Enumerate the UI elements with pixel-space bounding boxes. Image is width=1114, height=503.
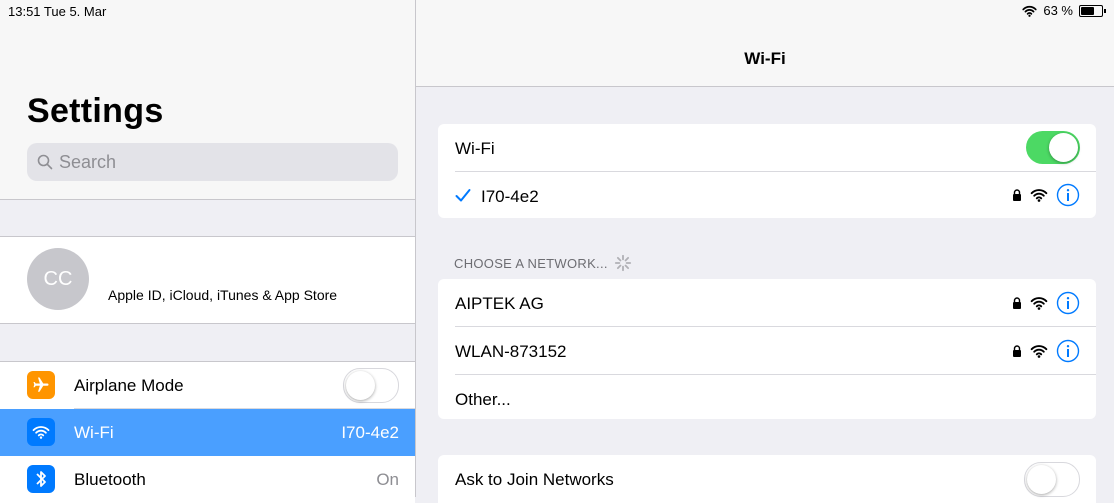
search-placeholder: Search bbox=[59, 151, 117, 172]
airplane-mode-toggle[interactable] bbox=[343, 368, 399, 403]
lock-icon bbox=[1013, 345, 1021, 357]
section-header-text: CHOOSE A NETWORK... bbox=[454, 255, 608, 271]
wifi-signal-icon bbox=[1030, 345, 1048, 358]
section-gap bbox=[0, 324, 415, 361]
wifi-card: Wi-Fi I70-4e2 bbox=[438, 124, 1096, 218]
loading-spinner-icon bbox=[614, 254, 631, 272]
battery-tip bbox=[1104, 8, 1106, 13]
lock-icon bbox=[1013, 297, 1021, 309]
sidebar-item-bluetooth[interactable]: Bluetooth On bbox=[0, 456, 415, 503]
search-icon bbox=[37, 154, 53, 170]
airplane-icon bbox=[27, 371, 55, 399]
other-network-label: Other... bbox=[455, 390, 511, 409]
sidebar-item-label: Bluetooth bbox=[74, 470, 146, 489]
wifi-label: Wi-Fi bbox=[455, 139, 495, 158]
battery-percentage: 63 % bbox=[1043, 3, 1073, 18]
status-bar: 13:51 Tue 5. Mar 63 % bbox=[0, 0, 1114, 22]
battery-fill bbox=[1081, 6, 1094, 15]
status-time-date: 13:51 Tue 5. Mar bbox=[8, 4, 107, 19]
ask-to-join-row: Ask to Join Networks bbox=[438, 455, 1096, 503]
page-title: Settings bbox=[27, 92, 164, 130]
toggle-knob bbox=[346, 371, 375, 400]
wifi-signal-icon bbox=[1030, 189, 1048, 202]
connected-network-name: I70-4e2 bbox=[481, 187, 539, 206]
wifi-toggle-row: Wi-Fi bbox=[438, 124, 1096, 172]
bluetooth-icon bbox=[27, 465, 55, 493]
wifi-icon bbox=[27, 418, 55, 446]
ask-to-join-label: Ask to Join Networks bbox=[455, 470, 614, 489]
network-row[interactable]: AIPTEK AG bbox=[438, 279, 1096, 327]
toggle-knob bbox=[1049, 133, 1078, 162]
battery-icon bbox=[1079, 4, 1103, 17]
apple-id-row[interactable]: CC Apple ID, iCloud, iTunes & App Store bbox=[0, 237, 415, 323]
section-gap bbox=[0, 200, 415, 236]
toggle-knob bbox=[1027, 465, 1056, 494]
info-button-icon[interactable] bbox=[1056, 183, 1080, 207]
sidebar-item-wifi[interactable]: Wi-Fi I70-4e2 bbox=[0, 409, 415, 456]
sidebar-item-label: Wi-Fi bbox=[74, 423, 114, 442]
networks-card: AIPTEK AG WLAN-873152 Other... bbox=[438, 279, 1096, 419]
network-name: WLAN-873152 bbox=[455, 342, 567, 361]
other-network-row[interactable]: Other... bbox=[438, 375, 1096, 419]
info-button-icon[interactable] bbox=[1056, 291, 1080, 315]
sidebar-item-airplane-mode[interactable]: Airplane Mode bbox=[0, 362, 415, 409]
wifi-toggle[interactable] bbox=[1026, 131, 1080, 164]
info-button-icon[interactable] bbox=[1056, 339, 1080, 363]
wifi-detail-pane: Wi-Fi Wi-Fi I70-4e2 CHOOSE A NETWORK... bbox=[416, 0, 1114, 503]
sidebar-item-value: I70-4e2 bbox=[341, 423, 399, 442]
lock-icon bbox=[1013, 189, 1021, 201]
apple-id-subtitle: Apple ID, iCloud, iTunes & App Store bbox=[108, 287, 338, 303]
sidebar-item-label: Airplane Mode bbox=[74, 376, 184, 395]
nav-title: Wi-Fi bbox=[744, 49, 786, 68]
checkmark-icon bbox=[455, 189, 471, 202]
wifi-signal-icon bbox=[1030, 297, 1048, 310]
ask-to-join-toggle[interactable] bbox=[1024, 462, 1080, 497]
avatar: CC bbox=[27, 248, 89, 310]
ask-join-card: Ask to Join Networks bbox=[438, 455, 1096, 503]
settings-sidebar: Settings Search CC Apple ID, iCloud, iTu… bbox=[0, 0, 416, 503]
sidebar-item-value: On bbox=[376, 470, 399, 489]
search-input[interactable]: Search bbox=[27, 143, 398, 181]
network-row[interactable]: WLAN-873152 bbox=[438, 327, 1096, 375]
choose-network-header: CHOOSE A NETWORK... bbox=[454, 254, 632, 272]
network-name: AIPTEK AG bbox=[455, 294, 544, 313]
connected-network-row[interactable]: I70-4e2 bbox=[438, 172, 1096, 218]
wifi-status-icon bbox=[1022, 5, 1037, 17]
